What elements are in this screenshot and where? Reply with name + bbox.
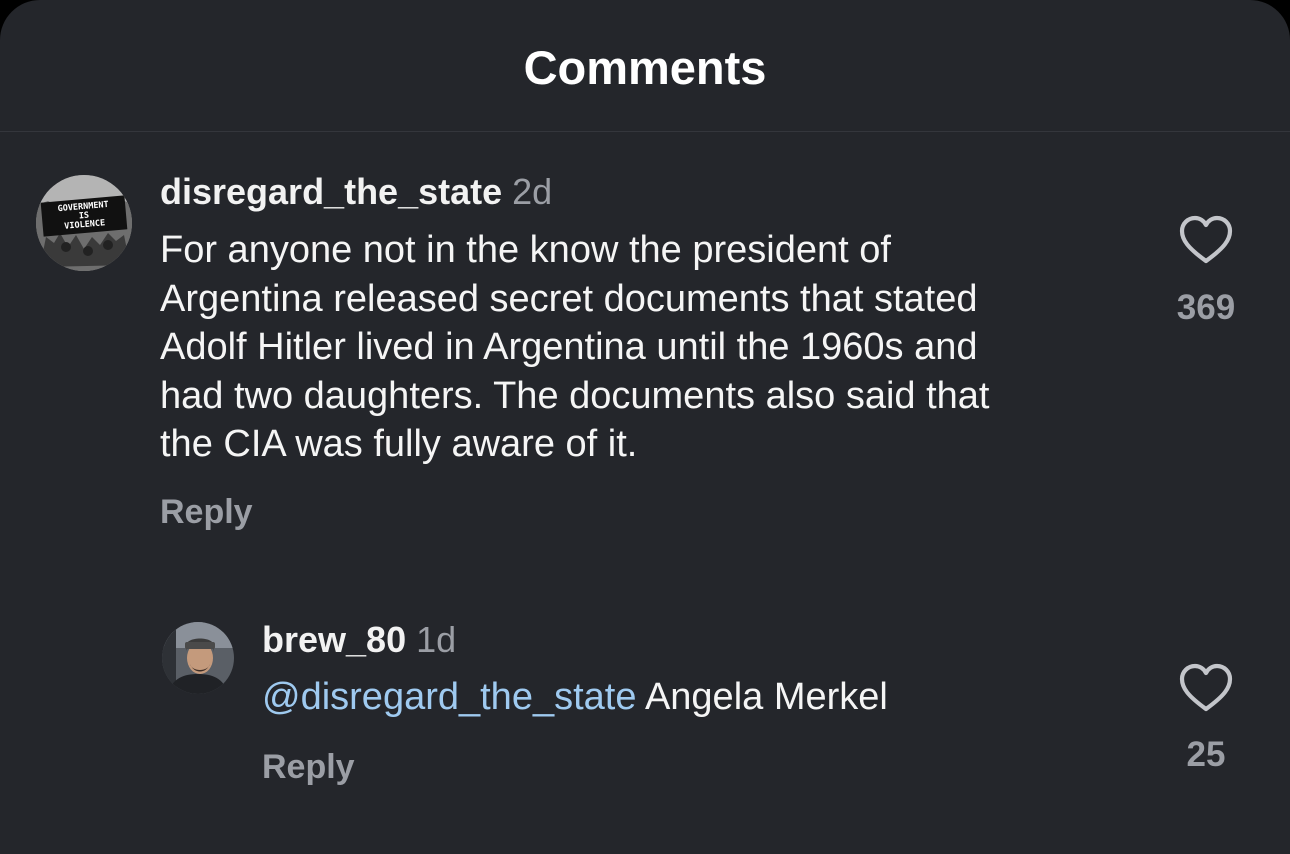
page-title: Comments [523, 41, 767, 94]
comment-text-line: Adolf Hitler lived in Argentina until th… [160, 326, 978, 368]
mention-link[interactable]: @disregard_the_state [262, 676, 636, 718]
like-button[interactable] [1176, 212, 1236, 268]
reply-username-line: brew_80 1d [262, 618, 456, 662]
heart-outline-icon [1179, 215, 1233, 264]
comments-sheet: Comments GOVERNMENT IS VIOLENCE disregar… [0, 0, 1290, 854]
reply-username[interactable]: brew_80 [262, 619, 406, 660]
avatar[interactable] [162, 622, 234, 694]
avatar-image: GOVERNMENT IS VIOLENCE [36, 175, 132, 271]
reply-timestamp: 1d [416, 619, 457, 660]
like-count: 25 [1186, 735, 1226, 774]
like-button[interactable] [1176, 660, 1236, 716]
heart-outline-icon [1179, 663, 1233, 712]
avatar-image [162, 622, 234, 694]
reply-button[interactable]: Reply [262, 747, 355, 787]
comment-text-line: the CIA was fully aware of it. [160, 423, 638, 465]
reply-text: Angela Merkel [636, 676, 888, 718]
comment-text-line: For anyone not in the know the president… [160, 229, 891, 271]
comment-username-line: disregard_the_state 2d [160, 170, 552, 214]
reply-body: @disregard_the_state Angela Merkel [262, 673, 888, 722]
reply-button[interactable]: Reply [160, 492, 253, 532]
comment-text-line: Argentina released secret documents that… [160, 277, 978, 320]
comment-username[interactable]: disregard_the_state [160, 171, 502, 212]
comments-header: Comments [0, 0, 1290, 132]
like-count: 369 [1176, 288, 1236, 327]
comment-text-line: had two daughters. The documents also sa… [160, 374, 990, 417]
comment-body: For anyone not in the know the president… [160, 226, 990, 469]
comment-timestamp: 2d [512, 171, 553, 212]
avatar[interactable]: GOVERNMENT IS VIOLENCE [36, 175, 132, 271]
